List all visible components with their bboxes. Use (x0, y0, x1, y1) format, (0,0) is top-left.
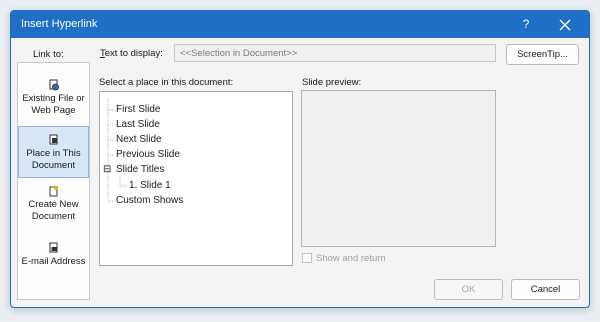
link-email-line1: E-mail Address (21, 256, 86, 267)
tree-item-next-slide[interactable]: Next Slide (116, 133, 162, 146)
email-icon (49, 242, 57, 253)
text-to-display-input[interactable]: <<Selection in Document>> (174, 44, 496, 62)
title-bar: Insert Hyperlink ? (11, 11, 589, 38)
show-and-return-label: Show and return (316, 253, 386, 264)
screentip-button[interactable]: ScreenTip... (506, 44, 579, 65)
close-button[interactable] (556, 16, 574, 34)
show-and-return-checkbox[interactable] (302, 253, 312, 263)
link-place-line2: Document (31, 160, 76, 171)
slide-titles-expander[interactable]: ⊟ (103, 163, 111, 176)
link-existing-file[interactable]: Existing File or Web Page (18, 79, 89, 117)
link-create-new-document[interactable]: Create New Document (18, 185, 89, 223)
close-icon (559, 19, 571, 31)
link-to-label: Link to: (33, 49, 64, 60)
insert-hyperlink-dialog: Insert Hyperlink ? Link to: Existing Fil… (10, 10, 590, 308)
tree-item-slide-titles[interactable]: Slide Titles (116, 163, 164, 176)
link-place-line1: Place in This (26, 148, 81, 159)
link-email-address[interactable]: E-mail Address (18, 242, 89, 268)
tree-item-custom-shows[interactable]: Custom Shows (116, 194, 183, 207)
globe-file-icon (49, 79, 59, 91)
slide-preview-pane (301, 90, 496, 247)
ok-button[interactable]: OK (434, 279, 503, 300)
place-tree[interactable]: First Slide Last Slide Next Slide Previo… (99, 91, 293, 266)
tree-item-first-slide[interactable]: First Slide (116, 103, 160, 116)
cancel-button[interactable]: Cancel (511, 279, 580, 300)
link-create-line2: Document (31, 211, 76, 222)
help-button[interactable]: ? (519, 17, 533, 31)
tree-item-slide-1[interactable]: 1. Slide 1 (129, 179, 171, 192)
dialog-title: Insert Hyperlink (21, 18, 98, 30)
link-create-line1: Create New (28, 199, 79, 210)
tree-item-last-slide[interactable]: Last Slide (116, 118, 160, 131)
link-existing-file-line2: Web Page (31, 105, 76, 116)
select-place-label: Select a place in this document: (99, 77, 234, 88)
document-place-icon (49, 134, 57, 145)
text-to-display-label-rest: ext to display: (104, 48, 163, 59)
text-to-display-label: Text to display: (100, 48, 163, 59)
slide-preview-label: Slide preview: (302, 77, 362, 88)
new-document-icon (49, 185, 59, 197)
link-place-in-document[interactable]: Place in This Document (18, 126, 89, 178)
tree-item-previous-slide[interactable]: Previous Slide (116, 148, 180, 161)
link-to-panel: Existing File or Web Page Place in This … (17, 62, 90, 300)
link-existing-file-line1: Existing File or (22, 93, 85, 104)
